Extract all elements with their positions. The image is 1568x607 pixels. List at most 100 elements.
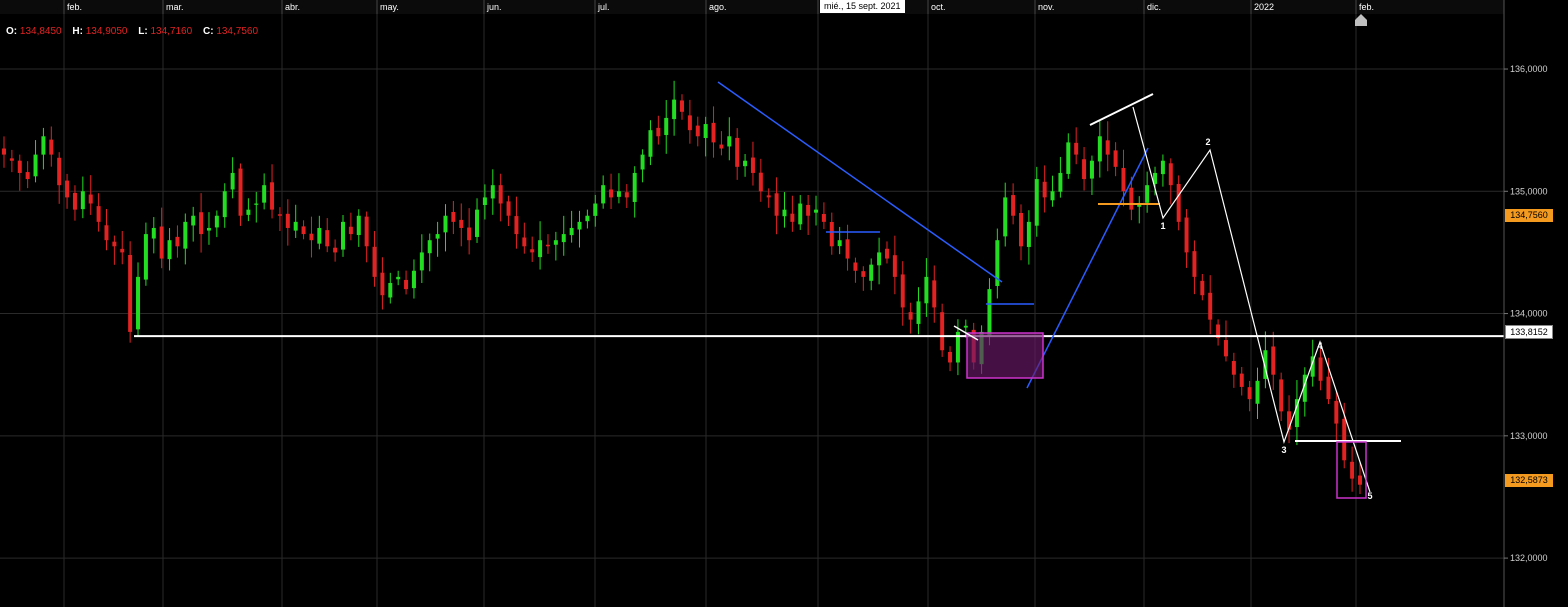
candle-body (758, 172, 763, 192)
candle-body (790, 213, 795, 222)
candle-body (1058, 172, 1063, 192)
high-value: 134,9050 (85, 26, 128, 37)
candle-body (727, 136, 732, 147)
candle-body (743, 160, 748, 167)
candle-body (624, 192, 629, 198)
high-label: H: (72, 26, 83, 37)
close-value: 134,7560 (216, 26, 259, 37)
wave-label: 3 (1281, 445, 1286, 455)
candle-body (72, 192, 77, 210)
open-value: 134,8450 (19, 26, 62, 37)
candle-body (396, 276, 401, 280)
price-tick-label: 136,0000 (1510, 64, 1548, 74)
month-tick-label: dic. (1147, 2, 1161, 12)
candle-body (1176, 183, 1181, 222)
candle-body (1011, 195, 1016, 216)
month-tick-label: jul. (597, 2, 610, 12)
candle-body (25, 172, 30, 180)
price-chart[interactable]: feb.mar.abr.may.jun.jul.ago.sept.oct.nov… (0, 0, 1568, 607)
candle-body (199, 212, 204, 235)
candle-body (1145, 185, 1150, 203)
candle-body (1121, 167, 1126, 192)
candle-body (317, 227, 322, 244)
candle-body (1168, 163, 1173, 186)
candle-body (17, 160, 22, 173)
candle-body (1105, 140, 1110, 155)
candle-body (750, 157, 755, 173)
current-price-tag: 132,5873 (1505, 474, 1553, 487)
candle-body (1334, 400, 1339, 424)
candle-body (829, 222, 834, 247)
candle-body (735, 137, 740, 167)
candle-body (222, 191, 227, 218)
candle-body (341, 221, 345, 250)
time-axis-band (0, 0, 1504, 14)
candle-body (270, 182, 275, 210)
wave-label: 2 (1205, 137, 1210, 147)
candle-body (136, 276, 141, 330)
candle-body (214, 215, 219, 228)
chart-background (0, 0, 1568, 607)
candle-body (766, 195, 771, 198)
candle-body (1318, 357, 1323, 381)
candle-body (1184, 217, 1189, 253)
candle-body (2, 148, 6, 155)
candle-body (695, 125, 700, 137)
candle-body (151, 227, 156, 239)
candle-body (900, 274, 905, 308)
candle-body (96, 206, 101, 222)
candle-body (877, 252, 882, 266)
candle-body (845, 239, 850, 259)
candle-body (853, 262, 858, 271)
candle-body (1350, 461, 1355, 479)
candle-body (380, 272, 385, 296)
candle-body (908, 312, 913, 320)
candle-body (80, 191, 85, 210)
price-tick-label: 134,0000 (1510, 309, 1548, 319)
candle-body (364, 216, 369, 247)
candle-body (632, 172, 637, 202)
candle-body (774, 193, 779, 216)
candle-body (301, 226, 306, 235)
month-tick-label: oct. (931, 2, 946, 12)
candle-body (924, 276, 929, 304)
candle-body (372, 246, 377, 277)
month-tick-label: jun. (486, 2, 502, 12)
candle-body (1066, 142, 1071, 174)
candle-body (230, 172, 235, 190)
candle-body (1129, 187, 1134, 210)
candle-body (57, 157, 62, 186)
candle-body (411, 270, 416, 289)
candle-body (238, 168, 243, 216)
candle-body (1326, 376, 1331, 400)
candle-body (703, 124, 708, 139)
candle-body (112, 241, 117, 247)
month-tick-label: mar. (166, 2, 184, 12)
candle-body (648, 130, 653, 157)
candle-body (1279, 379, 1284, 412)
wave-label: 1 (1160, 221, 1165, 231)
candle-body (987, 289, 992, 336)
candle-body (293, 221, 298, 231)
candle-body (88, 194, 93, 204)
candle-body (33, 154, 38, 177)
time-axis: feb.mar.abr.may.jun.jul.ago.sept.oct.nov… (0, 0, 1504, 14)
candle-body (277, 214, 282, 216)
candle-body (482, 197, 487, 206)
candle-body (1026, 221, 1031, 247)
candle-body (404, 279, 409, 290)
candle-body (672, 99, 677, 120)
candle-body (940, 312, 945, 351)
candle-body (561, 234, 566, 243)
wave-label: 4 (1317, 341, 1322, 351)
candle-body (609, 189, 614, 198)
candle-body (167, 240, 172, 260)
candle-body (262, 185, 267, 203)
crosshair-date-label: mié., 15 sept. 2021 (820, 0, 905, 13)
candle-body (514, 216, 519, 235)
candle-body (1160, 160, 1165, 175)
candle-body (664, 117, 669, 136)
candle-body (1050, 191, 1055, 201)
candle-body (530, 249, 535, 253)
candle-body (246, 209, 251, 215)
